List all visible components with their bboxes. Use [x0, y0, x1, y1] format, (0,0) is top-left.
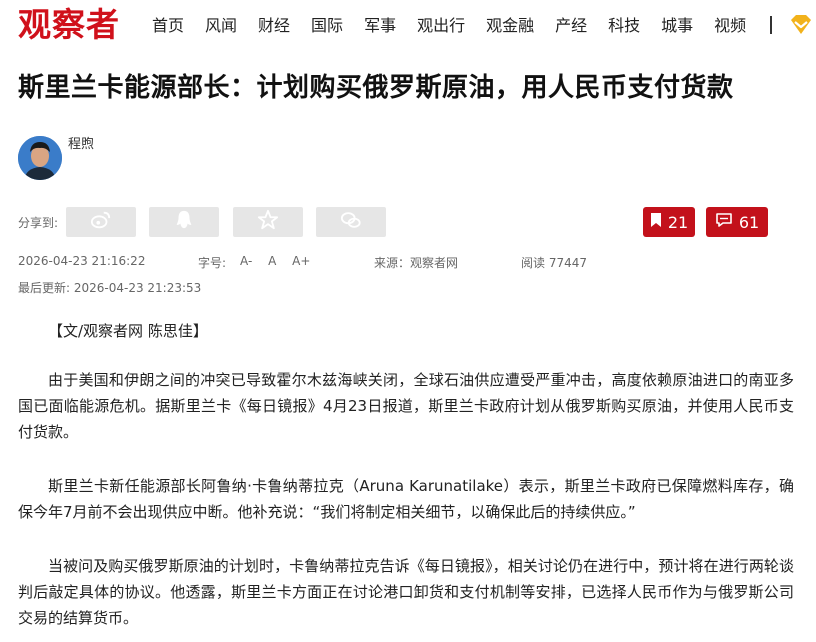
wechat-icon: [340, 209, 362, 235]
nav-item-international[interactable]: 国际: [311, 15, 343, 37]
article-body: 【文/观察者网 陈思佳】 由于美国和伊朗之间的冲突已导致霍尔木兹海峡关闭，全球石…: [18, 318, 794, 642]
author-avatar[interactable]: [18, 136, 62, 180]
article-title: 斯里兰卡能源部长：计划购买俄罗斯原油，用人民币支付货款: [18, 73, 734, 103]
comment-icon: [715, 212, 739, 232]
bookmark-count: 21: [667, 212, 689, 232]
nav-item-industry[interactable]: 产经: [555, 15, 587, 37]
site-logo[interactable]: 观察者: [18, 4, 120, 46]
nav-item-finance[interactable]: 财经: [258, 15, 290, 37]
font-size-controls: A- A A+: [240, 254, 322, 268]
article-paragraph: 由于美国和伊朗之间的冲突已导致霍尔木兹海峡关闭，全球石油供应遭受严重冲击，高度依…: [18, 371, 794, 441]
font-size-increase[interactable]: A+: [292, 254, 310, 268]
share-wechat-button[interactable]: [316, 207, 386, 237]
publish-time: 2026-04-23 21:16:22: [18, 254, 146, 268]
nav-item-city[interactable]: 城事: [661, 15, 693, 37]
nav-item-military[interactable]: 军事: [364, 15, 396, 37]
nav-item-travel[interactable]: 观出行: [417, 15, 465, 37]
article-paragraph: 当被问及购买俄罗斯原油的计划时，卡鲁纳蒂拉克告诉《每日镜报》，相关讨论仍在进行中…: [18, 557, 794, 627]
article-byline: 【文/观察者网 陈思佳】: [48, 322, 208, 340]
read-count: 阅读 77447: [521, 256, 587, 270]
qzone-icon: [257, 209, 279, 235]
qq-icon: [173, 209, 195, 235]
nav-item-video[interactable]: 视频: [714, 15, 746, 37]
article-paragraph: 斯里兰卡新任能源部长阿鲁纳·卡鲁纳蒂拉克（Aruna Karunatilake）…: [18, 477, 794, 521]
share-weibo-button[interactable]: [66, 207, 136, 237]
weibo-icon: [90, 209, 112, 235]
comment-button[interactable]: 61: [706, 207, 768, 237]
comment-count: 61: [738, 212, 760, 232]
font-size-normal[interactable]: A: [268, 254, 276, 268]
font-size-decrease[interactable]: A-: [240, 254, 252, 268]
vip-diamond-icon[interactable]: [789, 14, 813, 36]
nav-divider: [770, 16, 772, 34]
nav-item-fengwen[interactable]: 风闻: [205, 15, 237, 37]
nav-item-tech[interactable]: 科技: [608, 15, 640, 37]
nav-item-home[interactable]: 首页: [152, 15, 184, 37]
last-updated: 最后更新: 2026-04-23 21:23:53: [18, 281, 202, 295]
article-source: 来源：观察者网: [374, 256, 459, 270]
bookmark-icon: [650, 212, 668, 232]
main-nav: 首页 风闻 财经 国际 军事 观出行 观金融 产经 科技 城事 视频: [152, 15, 767, 37]
share-qq-button[interactable]: [149, 207, 219, 237]
share-qzone-button[interactable]: [233, 207, 303, 237]
font-size-label: 字号:: [198, 256, 227, 270]
top-bar: 观察者 首页 风闻 财经 国际 军事 观出行 观金融 产经 科技 城事 视频: [0, 0, 816, 52]
nav-item-guan-finance[interactable]: 观金融: [486, 15, 534, 37]
bookmark-button[interactable]: 21: [643, 207, 695, 237]
author-name[interactable]: 程煦: [68, 133, 94, 152]
share-label: 分享到:: [18, 216, 59, 230]
